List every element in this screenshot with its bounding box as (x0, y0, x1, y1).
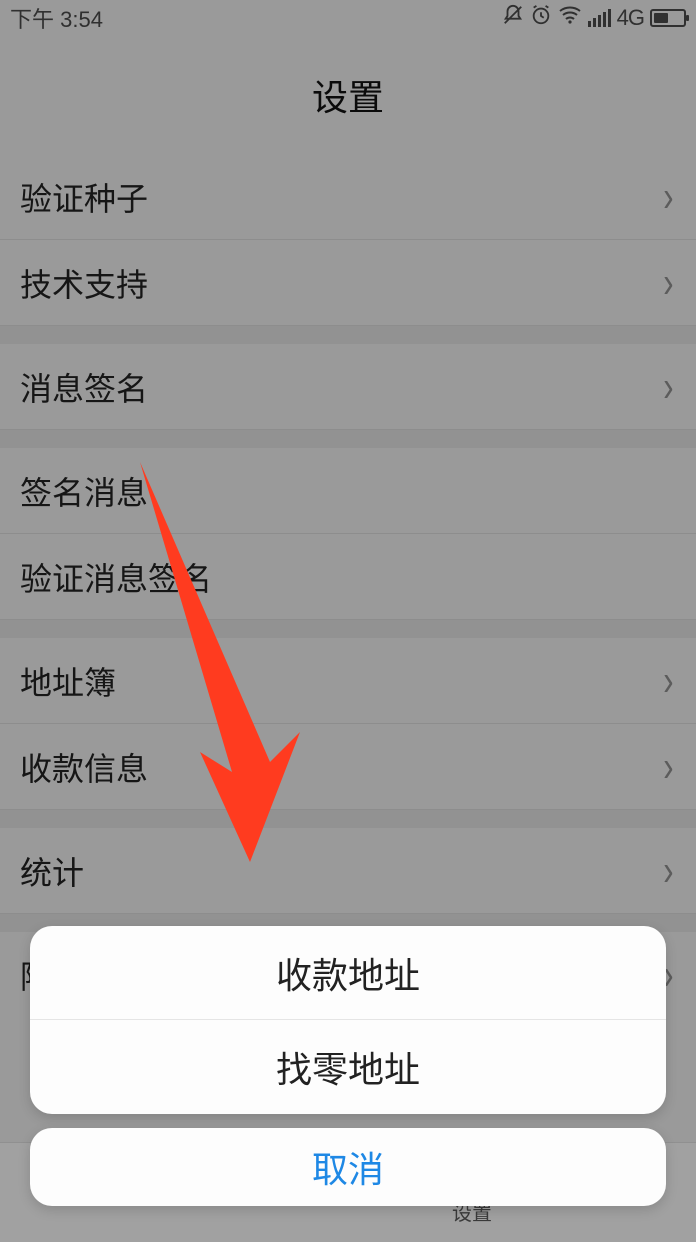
sheet-option-receive-address[interactable]: 收款地址 (30, 926, 666, 1020)
action-sheet: 收款地址 找零地址 取消 (30, 926, 666, 1206)
action-sheet-options: 收款地址 找零地址 (30, 926, 666, 1114)
sheet-option-label: 找零地址 (276, 1041, 420, 1093)
sheet-cancel-button[interactable]: 取消 (30, 1128, 666, 1206)
sheet-option-label: 收款地址 (276, 947, 420, 999)
sheet-cancel-label: 取消 (312, 1141, 384, 1193)
screen: 下午 3:54 4G 设置 验证种子 › 技术支持 › (0, 0, 696, 1242)
sheet-option-change-address[interactable]: 找零地址 (30, 1020, 666, 1114)
